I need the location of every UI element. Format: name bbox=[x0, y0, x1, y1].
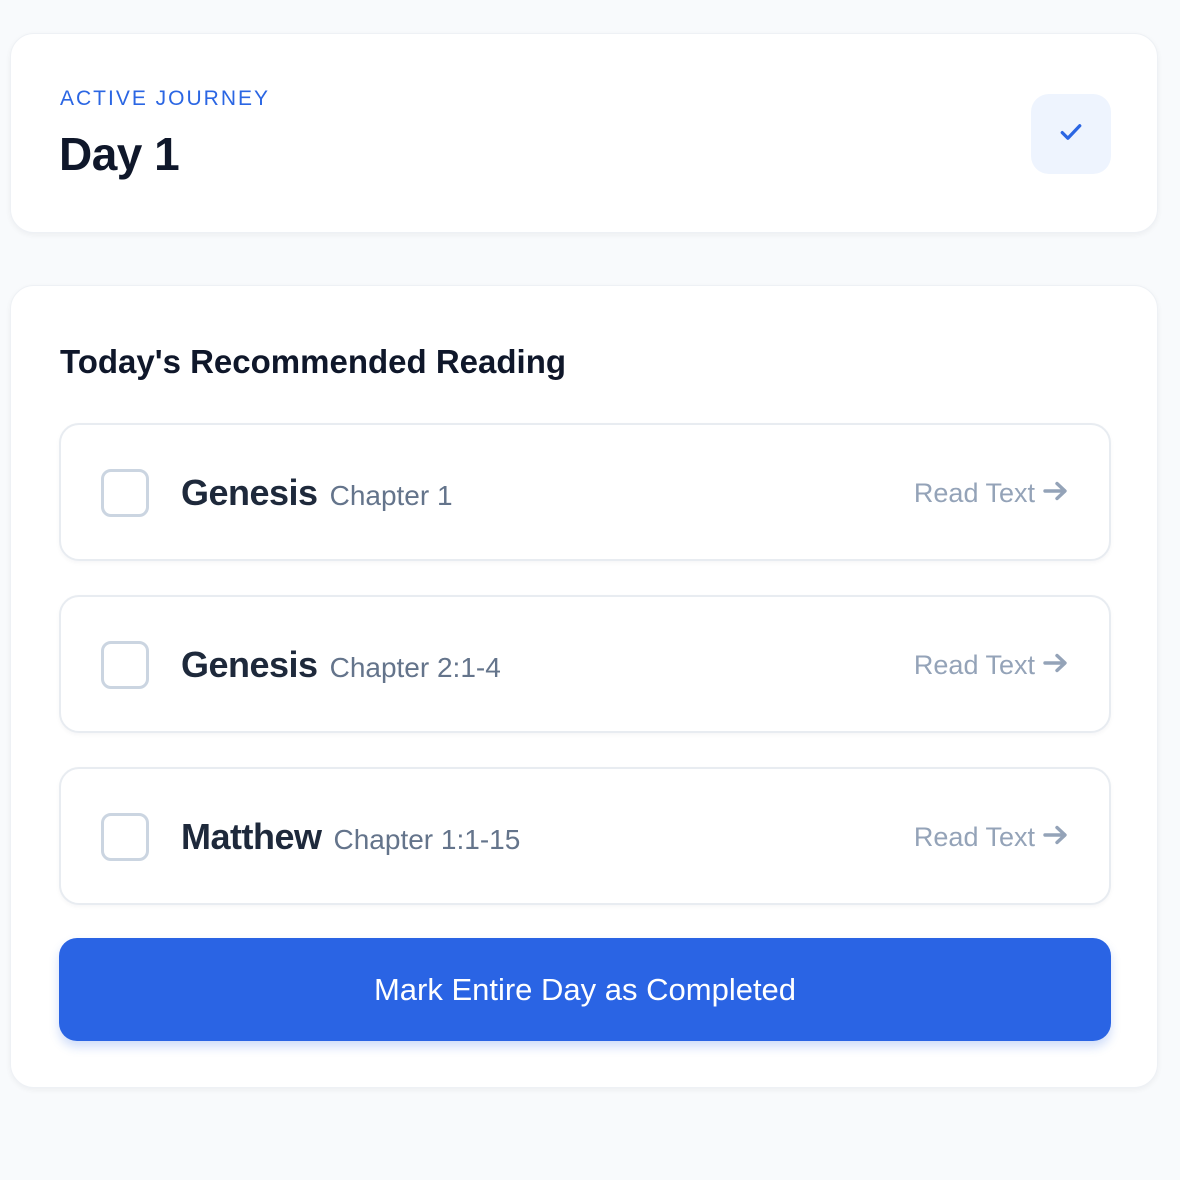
reading-item[interactable]: Genesis Chapter 2:1-4 Read Text bbox=[59, 595, 1111, 733]
arrow-right-icon bbox=[1043, 650, 1069, 681]
read-text-link[interactable]: Read Text bbox=[914, 425, 1069, 561]
arrow-right-icon bbox=[1043, 822, 1069, 853]
chapter-range: Chapter 2:1-4 bbox=[329, 652, 501, 683]
read-text-label: Read Text bbox=[913, 821, 1035, 852]
read-text-label: Read Text bbox=[913, 477, 1035, 508]
read-text-link[interactable]: Read Text bbox=[914, 769, 1069, 905]
reading-checkbox[interactable] bbox=[101, 469, 149, 517]
chapter-range: Chapter 1:1-15 bbox=[333, 824, 521, 855]
day-status-badge[interactable] bbox=[1031, 94, 1111, 174]
reading-label: Matthew Chapter 1:1-15 bbox=[181, 769, 520, 905]
reading-card: Today's Recommended Reading Genesis Chap… bbox=[10, 285, 1158, 1088]
reading-label: Genesis Chapter 2:1-4 bbox=[181, 597, 501, 733]
journey-eyebrow: ACTIVE JOURNEY bbox=[60, 87, 271, 110]
read-text-link[interactable]: Read Text bbox=[914, 597, 1069, 733]
book-name: Genesis bbox=[181, 472, 318, 513]
reading-item[interactable]: Matthew Chapter 1:1-15 Read Text bbox=[59, 767, 1111, 905]
journey-header-card: ACTIVE JOURNEY Day 1 bbox=[10, 33, 1158, 233]
reading-checkbox[interactable] bbox=[101, 813, 149, 861]
reading-checkbox[interactable] bbox=[101, 641, 149, 689]
book-name: Genesis bbox=[181, 644, 318, 685]
mark-day-completed-button[interactable]: Mark Entire Day as Completed bbox=[59, 938, 1111, 1041]
reading-item[interactable]: Genesis Chapter 1 Read Text bbox=[59, 423, 1111, 561]
book-name: Matthew bbox=[181, 816, 322, 857]
section-title: Today's Recommended Reading bbox=[60, 343, 567, 380]
check-icon bbox=[1056, 117, 1086, 152]
arrow-right-icon bbox=[1043, 478, 1069, 509]
read-text-label: Read Text bbox=[913, 649, 1035, 680]
reading-label: Genesis Chapter 1 bbox=[181, 425, 453, 561]
day-title: Day 1 bbox=[59, 128, 180, 180]
chapter-range: Chapter 1 bbox=[329, 480, 453, 511]
